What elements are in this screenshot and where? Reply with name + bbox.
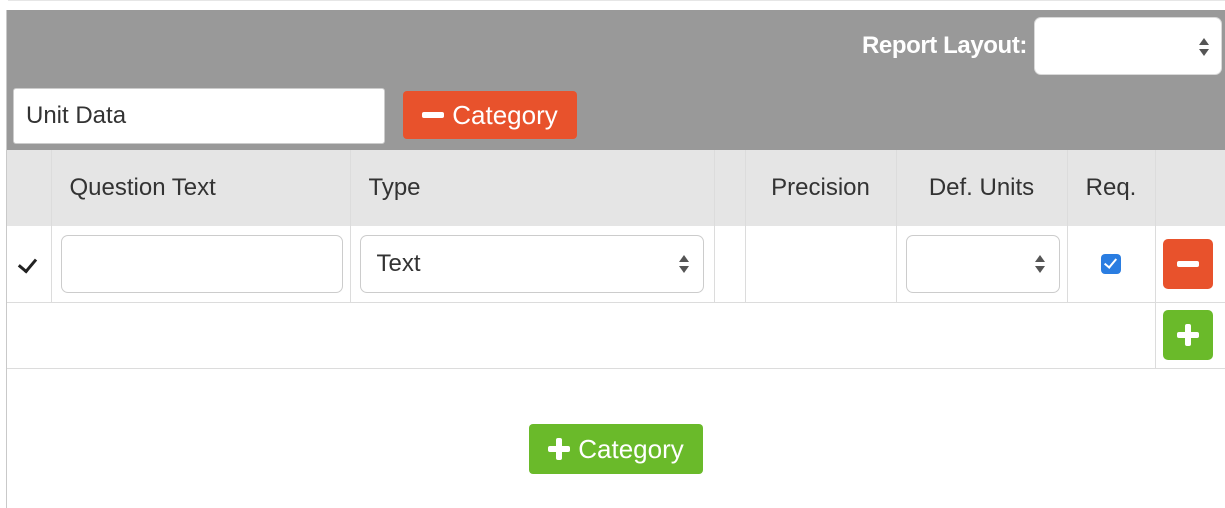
- add-question-row: [7, 302, 1225, 368]
- add-category-button[interactable]: Category: [529, 424, 703, 474]
- questions-table: Question Text Type Precision Def. Units …: [7, 150, 1225, 369]
- column-header-question-text: Question Text: [51, 150, 351, 226]
- frame-top-line: [0, 0, 1225, 1]
- plus-icon: [548, 438, 571, 460]
- required-checkbox[interactable]: [1101, 253, 1121, 274]
- column-header-precision: Precision: [745, 150, 897, 226]
- spacer-cell: [714, 226, 746, 302]
- checkmark-icon: [18, 253, 40, 275]
- question-text-input[interactable]: [60, 234, 343, 293]
- add-question-button[interactable]: [1162, 310, 1213, 360]
- type-select-value: Text: [376, 249, 421, 277]
- minus-icon: [1176, 260, 1199, 267]
- row-select-cell[interactable]: [7, 226, 52, 302]
- column-header-def-units: Def. Units: [896, 150, 1068, 226]
- column-header-spacer: [714, 150, 746, 226]
- table-row: Text: [7, 226, 1225, 302]
- column-header-select: [7, 150, 52, 226]
- select-stepper-icon: [1034, 254, 1045, 273]
- column-header-actions: [1155, 150, 1225, 226]
- category-header: Report Layout: Category: [7, 10, 1225, 150]
- precision-cell: [745, 226, 897, 302]
- add-row-empty-cell: [7, 302, 1156, 368]
- column-header-type: Type: [350, 150, 715, 226]
- report-layout-label: Report Layout:: [861, 32, 1027, 59]
- column-header-required: Req.: [1067, 150, 1156, 226]
- category-name-input[interactable]: [13, 88, 385, 144]
- plus-icon: [1176, 324, 1199, 346]
- remove-category-button[interactable]: Category: [403, 91, 577, 139]
- add-category-label: Category: [578, 433, 684, 464]
- minus-icon: [422, 112, 445, 118]
- table-header-row: Question Text Type Precision Def. Units …: [7, 150, 1225, 226]
- type-select[interactable]: Text: [359, 234, 704, 293]
- select-stepper-icon: [1199, 38, 1209, 56]
- def-units-select[interactable]: [905, 234, 1060, 293]
- report-layout-select[interactable]: [1034, 17, 1222, 75]
- remove-question-button[interactable]: [1162, 238, 1213, 289]
- remove-category-label: Category: [452, 99, 558, 130]
- select-stepper-icon: [678, 254, 689, 273]
